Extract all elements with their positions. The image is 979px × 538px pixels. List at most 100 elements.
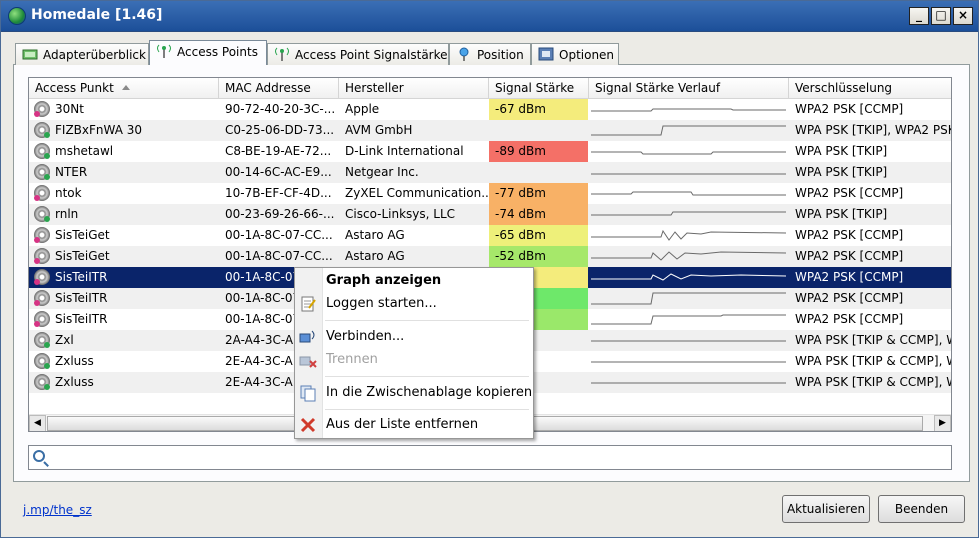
cell-signal: -67 dBm [489,99,588,120]
signal-history-sparkline [591,229,786,241]
cell-hersteller: AVM GmbH [345,123,413,137]
menu-item-loggen-starten[interactable]: Loggen starten... [295,293,533,315]
cell-signal: -52 dBm [489,246,588,267]
scroll-left-button[interactable]: ◀ [29,415,46,431]
settings-icon [538,47,554,61]
cell-verschlusselung: WPA PSK [TKIP & CCMP], W [795,354,952,368]
cell-access-punkt: rnln [55,207,79,221]
column-header-verschlusselung[interactable]: Verschlüsselung [789,78,951,99]
search-icon [33,450,45,462]
column-header-mac[interactable]: MAC Addresse [219,78,339,99]
table-row[interactable]: mshetawl C8-BE-19-AE-72... D-Link Internat… [29,141,951,162]
menu-item-zwischenablage[interactable]: In die Zwischenablage kopieren [295,382,533,404]
table-row[interactable]: NTER 00-14-6C-AC-E9... Netgear Inc. WPA PSK… [29,162,951,183]
antenna-icon [157,44,171,58]
tab-position[interactable]: Position [449,43,531,65]
signal-history-sparkline [591,292,786,305]
network-adapter-icon [22,49,38,60]
cell-access-punkt: 30Nt [55,102,84,116]
exit-button[interactable]: Beenden [878,495,965,523]
antenna-icon [275,47,289,61]
search-input[interactable] [51,448,947,467]
refresh-button[interactable]: Aktualisieren [782,495,870,523]
tab-optionen[interactable]: Optionen [531,43,619,65]
cell-mac: 00-14-6C-AC-E9... [225,165,332,179]
cell-verschlusselung: WPA2 PSK [CCMP] [795,312,904,326]
access-point-icon [34,185,50,201]
signal-history-sparkline [591,273,786,281]
column-header-signal[interactable]: Signal Stärke [489,78,589,99]
sparkline-path [591,292,786,305]
signal-history-sparkline [591,211,786,216]
column-header-hersteller[interactable]: Hersteller [339,78,489,99]
sort-ascending-icon [121,85,130,90]
access-point-icon [34,143,50,159]
access-point-icon [34,311,50,327]
maximize-button[interactable]: □ [931,7,951,25]
column-header-access-punkt[interactable]: Access Punkt [29,78,219,99]
close-button[interactable]: × [953,7,973,25]
menu-item-entfernen[interactable]: Aus der Liste entfernen [295,414,533,436]
signal-history-sparkline [591,108,786,112]
tab-access-points[interactable]: Access Points [149,40,267,65]
cell-mac: 00-1A-8C-07-CC... [225,249,333,263]
menu-item-trennen[interactable]: Trennen [295,349,533,371]
tab-label: Access Point Signalstärke [295,48,448,62]
cell-verschlusselung: WPA2 PSK [CCMP] [795,291,904,305]
main-window: Homedale [1.46] _ □ × Adapterüberblick A… [0,0,979,538]
cell-verschlusselung: WPA2 PSK [CCMP] [795,102,904,116]
title-bar[interactable]: Homedale [1.46] _ □ × [1,1,978,32]
access-point-icon [34,122,50,138]
cell-verschlusselung: WPA PSK [TKIP], WPA2 PSK [795,123,952,137]
tab-signalstarke[interactable]: Access Point Signalstärke [267,43,449,65]
table-row[interactable]: SisTeiGet 00-1A-8C-07-CC... Astaro AG -65 d… [29,225,951,246]
sparkline-path [591,251,786,261]
signal-history-sparkline [591,173,786,175]
sparkline-path [591,211,786,216]
cell-access-punkt: SisTeiITR [55,270,108,284]
cell-access-punkt: SisTeiITR [55,312,108,326]
tab-label: Position [477,48,524,62]
menu-separator [325,409,529,410]
menu-separator [325,376,529,377]
table-row[interactable]: 30Nt 90-72-40-20-3C-... Apple -67 dBm WPA2 P… [29,99,951,120]
context-menu: Graph anzeigen Loggen starten... Verbind… [294,267,534,439]
tab-label: Adapterüberblick [43,48,146,62]
cell-verschlusselung: WPA PSK [TKIP & CCMP], W [795,333,952,347]
table-row[interactable]: ntok 10-7B-EF-CF-4D... ZyXEL Communication… [29,183,951,204]
tab-label: Access Points [177,45,258,59]
cell-access-punkt: SisTeiGet [55,249,110,263]
disconnect-icon [299,356,317,368]
access-point-icon [34,374,50,390]
cell-verschlusselung: WPA PSK [TKIP] [795,144,888,158]
cell-hersteller: Apple [345,102,380,116]
location-pin-icon [459,47,469,61]
cell-verschlusselung: WPA2 PSK [CCMP] [789,267,951,288]
menu-separator [325,320,529,321]
table-row[interactable]: SisTeiGet 00-1A-8C-07-CC... Astaro AG -52 d… [29,246,951,267]
minimize-button[interactable]: _ [909,7,929,25]
cell-access-punkt: Zxluss [55,354,94,368]
sparkline-path [591,108,786,112]
signal-history-sparkline [591,361,786,363]
log-icon [301,296,316,312]
sparkline-path [591,151,786,155]
tab-label: Optionen [559,48,615,62]
cell-signal [489,162,588,183]
tab-adapteruberblick[interactable]: Adapterüberblick [15,43,149,65]
column-header-signal-verlauf[interactable]: Signal Stärke Verlauf [589,78,789,99]
cell-access-punkt: SisTeiITR [55,291,108,305]
table-row[interactable]: rnln 00-23-69-26-66-... Cisco-Linksys, LLC… [29,204,951,225]
table-row[interactable]: FIZBxFnWA 30 C0-25-06-DD-73... AVM GmbH WPA… [29,120,952,141]
menu-item-verbinden[interactable]: Verbinden... [295,326,533,348]
cell-mac: 10-7B-EF-CF-4D... [225,186,332,200]
menu-item-graph-anzeigen[interactable]: Graph anzeigen [295,270,533,292]
access-point-icon [34,290,50,306]
scroll-right-button[interactable]: ▶ [934,415,951,431]
homepage-link[interactable]: j.mp/the_sz [23,503,92,517]
search-box[interactable] [28,445,952,470]
sparkline-path [591,273,786,281]
cell-hersteller: ZyXEL Communication... [345,186,489,200]
sparkline-path [591,229,786,241]
cell-verschlusselung: WPA2 PSK [CCMP] [795,228,904,242]
